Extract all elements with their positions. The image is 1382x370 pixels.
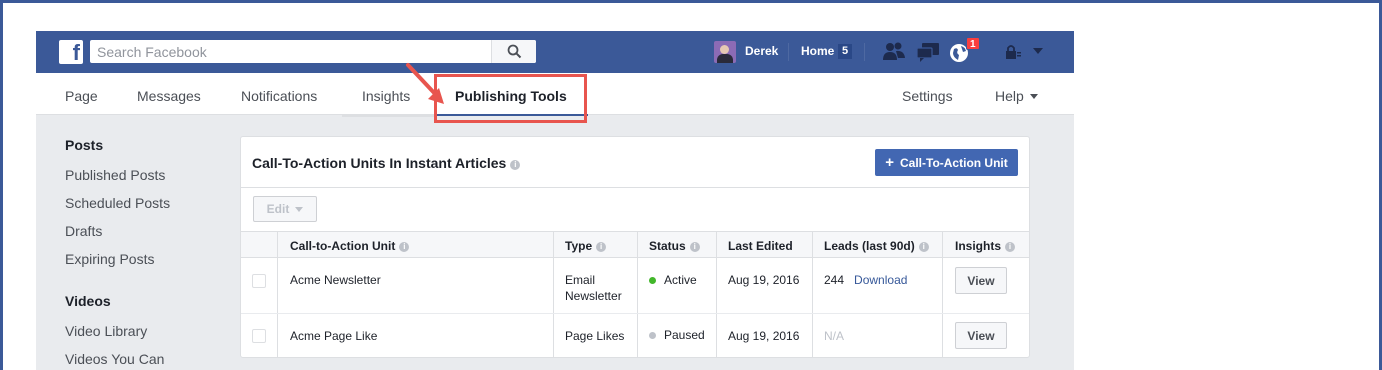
tab-messages[interactable]: Messages [137,88,201,104]
status-text: Paused [664,328,705,342]
search-icon [507,44,521,59]
chevron-down-icon [295,206,304,212]
cta-unit-name: Acme Page Like [290,329,378,343]
column-header-label: Insights [955,239,1002,253]
status-text: Active [664,273,697,287]
column-header-status[interactable]: Status i [649,239,700,253]
column-header-label: Type [565,239,593,253]
nav-divider [864,43,865,61]
add-cta-unit-label: Call-To-Action Unit [900,155,1008,170]
tab-notifications[interactable]: Notifications [241,88,317,104]
cta-unit-type-line: Email [565,273,596,287]
panel-divider [241,187,1029,188]
panel-title: Call-To-Action Units In Instant Articles… [252,155,521,171]
last-edited-date: Aug 19, 2016 [728,273,800,287]
plus-icon: + [885,153,894,171]
sidebar-item-drafts[interactable]: Drafts [65,223,102,239]
home-count-badge: 5 [838,44,852,59]
home-link[interactable]: Home [801,44,834,58]
row-select-checkbox[interactable] [252,274,266,288]
cta-unit-type: Email Newsletter [565,272,622,304]
tab-help[interactable]: Help [995,88,1038,104]
facebook-logo-icon[interactable]: f [59,40,83,65]
search-input[interactable] [90,40,490,63]
sidebar-heading-posts: Posts [65,137,104,153]
sidebar-heading-videos: Videos [65,293,111,309]
sidebar-item-published-posts[interactable]: Published Posts [65,167,165,183]
edit-label: Edit [266,202,290,216]
notifications-count-badge: 1 [966,37,980,50]
top-navigation-bar: f Derek Home 5 [36,31,1074,73]
column-header-label: Leads (last 90d) [824,239,915,253]
panel-title-text: Call-To-Action Units In Instant Articles [252,155,507,171]
facebook-window: f Derek Home 5 [36,31,1074,370]
annotation-arrow-icon [406,63,444,104]
tab-insights-underline [342,115,436,117]
leads-count: N/A [824,329,845,343]
download-leads-link[interactable]: Download [854,273,907,287]
search-button[interactable] [491,40,536,63]
column-header-unit[interactable]: Call-to-Action Unit i [290,239,410,253]
row-select-checkbox[interactable] [252,329,266,343]
status-badge: Paused [649,327,705,343]
info-icon[interactable]: i [399,242,410,252]
info-icon[interactable]: i [596,242,607,252]
info-icon[interactable]: i [689,242,700,252]
cta-unit-type: Page Likes [565,329,625,343]
info-icon[interactable]: i [1005,242,1016,252]
search-box [90,40,536,63]
column-header-type[interactable]: Type i [565,239,607,253]
status-active-dot-icon [649,277,656,284]
leads-count: 244 [824,273,845,287]
column-header-leads[interactable]: Leads (last 90d) i [824,239,929,253]
sidebar-item-videos-you-can[interactable]: Videos You Can [65,351,164,367]
messages-icon[interactable] [916,41,940,63]
status-paused-dot-icon [649,332,656,339]
sidebar-item-video-library[interactable]: Video Library [65,323,147,339]
view-insights-button[interactable]: View [955,267,1007,294]
info-icon[interactable]: i [510,160,521,170]
status-badge: Active [649,272,697,288]
column-header-label: Status [649,239,686,253]
sidebar-item-scheduled-posts[interactable]: Scheduled Posts [65,195,170,211]
edit-dropdown-button[interactable]: Edit [253,196,317,222]
friend-requests-icon[interactable] [882,41,906,63]
table-header-row: Call-to-Action Unit i Type i Status i Last … [241,231,1029,258]
add-cta-unit-button[interactable]: + Call-To-Action Unit [875,149,1018,176]
account-menu-chevron-down-icon[interactable] [1032,47,1044,55]
info-icon[interactable]: i [918,242,929,252]
cta-unit-name: Acme Newsletter [290,273,381,287]
chevron-down-icon [1029,94,1038,99]
column-header-insights[interactable]: Insights i [955,239,1016,253]
table-row[interactable]: Acme Page Like Page Likes Paused Aug 19,… [241,314,1029,357]
table-row[interactable]: Acme Newsletter Email Newsletter Active … [241,258,1029,314]
tab-help-label: Help [995,88,1024,104]
cta-units-panel: Call-To-Action Units In Instant Articles… [240,136,1030,358]
column-header-last-edited[interactable]: Last Edited [728,239,793,253]
tab-insights[interactable]: Insights [362,88,410,104]
nav-divider [788,43,789,61]
leads-cell: 244 Download [824,272,907,288]
view-insights-button[interactable]: View [955,322,1007,349]
profile-name-link[interactable]: Derek [745,44,778,58]
tab-settings[interactable]: Settings [902,88,953,104]
sidebar-item-expiring-posts[interactable]: Expiring Posts [65,251,154,267]
cta-unit-type-line: Newsletter [565,289,622,303]
privacy-lock-icon[interactable] [1004,44,1022,60]
last-edited-date: Aug 19, 2016 [728,329,800,343]
tab-page[interactable]: Page [65,88,98,104]
column-header-label: Call-to-Action Unit [290,239,396,253]
annotation-highlight-box [434,74,587,123]
avatar[interactable] [714,41,736,63]
